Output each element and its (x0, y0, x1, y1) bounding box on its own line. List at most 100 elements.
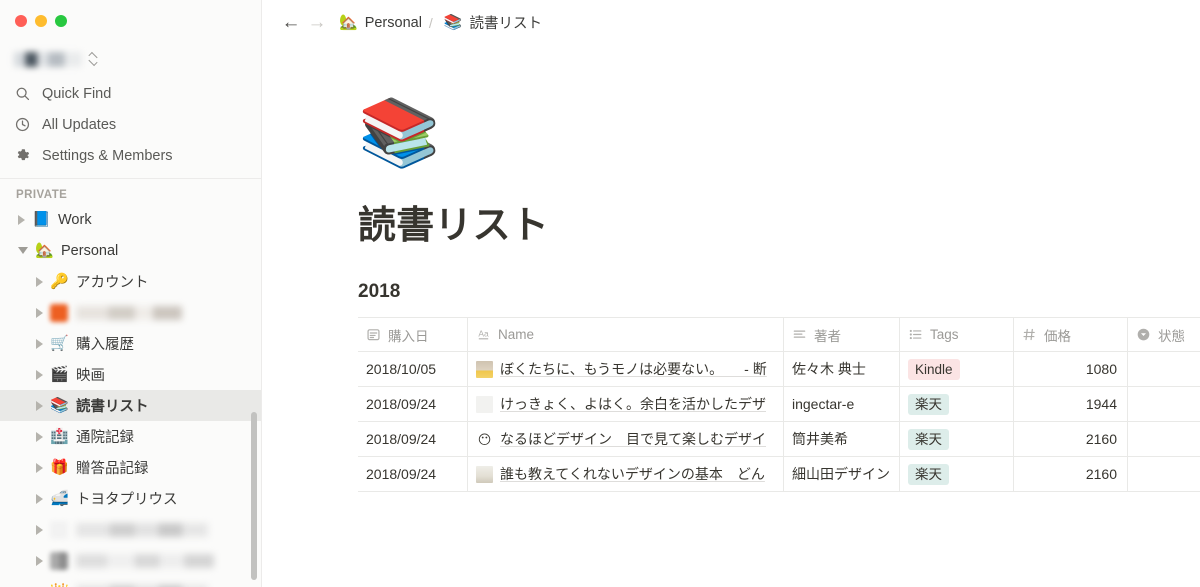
chevron-right-icon[interactable] (36, 276, 43, 287)
cell-purchase-date[interactable]: 2018/10/05 (358, 352, 468, 386)
table-row[interactable]: 2018/09/24 けっきょく、よはく。余白を活かしたデザ ingectar-e 楽… (358, 387, 1200, 422)
table-row[interactable]: 2018/09/24 😶 なるほどデザイン 目で見て楽しむデザイ 筒井美希 楽天 2160 (358, 422, 1200, 457)
page-title-redacted (76, 553, 214, 568)
sidebar-tree-redacted-10[interactable] (0, 514, 261, 545)
cell-name[interactable]: ぼくたちに、もうモノは必要ない。 - 断 (468, 352, 784, 386)
breadcrumb-item-0[interactable]: 🏡 Personal (334, 13, 427, 33)
table-column-label: 価格 (1044, 328, 1071, 344)
section-heading-2018[interactable]: 2018 (358, 281, 1200, 303)
cell-price[interactable]: 2160 (1014, 457, 1128, 491)
cell-purchase-date[interactable]: 2018/09/24 (358, 422, 468, 456)
sidebar-tree-label: 通院記録 (76, 430, 134, 446)
cell-status[interactable] (1128, 457, 1200, 491)
cell-author[interactable]: 佐々木 典士 (784, 352, 900, 386)
sidebar-tree-redacted-12[interactable]: 👑 (0, 576, 261, 587)
sidebar-tree-item-5[interactable]: 🎬 映画 (0, 359, 261, 390)
table-column-header-状態[interactable]: 状態 (1128, 318, 1200, 351)
top-breadcrumb-bar: ← → 🏡 Personal / 📚 読書リスト (262, 0, 1200, 45)
cell-tags[interactable]: 楽天 (900, 387, 1014, 421)
table-row[interactable]: 2018/10/05 ぼくたちに、もうモノは必要ない。 - 断佐々木 典士 Kind… (358, 352, 1200, 387)
page-title[interactable]: 読書リスト (358, 194, 1200, 249)
chevron-right-icon[interactable] (36, 338, 43, 349)
tag-chip: 楽天 (908, 428, 949, 450)
sidebar-nav-settings-members[interactable]: Settings & Members (0, 140, 261, 171)
page-icon-redacted (50, 303, 68, 322)
cell-tags[interactable]: 楽天 (900, 422, 1014, 456)
page-emoji-icon: 🛒 (50, 334, 69, 352)
cell-purchase-date[interactable]: 2018/09/24 (358, 457, 468, 491)
cell-name[interactable]: 😶 なるほどデザイン 目で見て楽しむデザイ (468, 422, 784, 456)
breadcrumb-emoji-icon: 🏡 (339, 14, 358, 31)
cell-price[interactable]: 2160 (1014, 422, 1128, 456)
cell-name[interactable]: けっきょく、よはく。余白を活かしたデザ (468, 387, 784, 421)
cell-name[interactable]: 誰も教えてくれないデザインの基本 どん (468, 457, 784, 491)
workspace-switcher[interactable] (0, 44, 261, 74)
chevron-right-icon[interactable] (36, 400, 43, 411)
calendar-icon (366, 327, 381, 342)
sidebar-tree-label: トヨタプリウス (76, 492, 178, 508)
chevron-right-icon[interactable] (36, 524, 43, 535)
table-column-header-Tags[interactable]: Tags (900, 318, 1014, 351)
chevron-right-icon[interactable] (36, 369, 43, 380)
page-emoji-icon: 🏥 (50, 427, 69, 445)
cell-price[interactable]: 1944 (1014, 387, 1128, 421)
sidebar-page-tree: 📘 Work 🏡 Personal 🔑 アカウント 🛒 購入履歴 🎬 映画 📚 読書リスト 🏥 通院記録 🎁… (0, 204, 261, 587)
sidebar-nav-quick-find[interactable]: Quick Find (0, 78, 261, 109)
sidebar-tree-item-2[interactable]: 🔑 アカウント (0, 266, 261, 297)
chevron-down-icon[interactable] (18, 247, 28, 254)
table-column-header-著者[interactable]: 著者 (784, 318, 900, 351)
table-column-header-価格[interactable]: 価格 (1014, 318, 1128, 351)
sidebar-section-private: PRIVATE (0, 178, 261, 204)
cell-name-text[interactable]: 誰も教えてくれないデザインの基本 どん (500, 464, 765, 484)
breadcrumb-item-1[interactable]: 📚 読書リスト (439, 10, 547, 35)
cell-status[interactable] (1128, 387, 1200, 421)
page-icon-emoji[interactable]: 📚 (358, 99, 1200, 177)
cell-purchase-date[interactable]: 2018/09/24 (358, 387, 468, 421)
sidebar-tree-redacted-11[interactable] (0, 545, 261, 576)
breadcrumb-emoji-icon: 📚 (443, 14, 463, 31)
cell-name-text[interactable]: けっきょく、よはく。余白を活かしたデザ (500, 394, 766, 414)
chevron-right-icon[interactable] (36, 462, 43, 473)
cell-status[interactable] (1128, 422, 1200, 456)
sidebar-tree-item-9[interactable]: 🚅 トヨタプリウス (0, 483, 261, 514)
cell-tags[interactable]: 楽天 (900, 457, 1014, 491)
tag-chip: 楽天 (908, 463, 949, 485)
zoom-window-button[interactable] (55, 15, 67, 27)
close-window-button[interactable] (15, 15, 27, 27)
sidebar-scrollbar[interactable] (251, 412, 257, 580)
forward-button[interactable]: → (304, 10, 330, 36)
sidebar-tree-item-4[interactable]: 🛒 購入履歴 (0, 328, 261, 359)
chevron-right-icon[interactable] (36, 307, 43, 318)
minimize-window-button[interactable] (35, 15, 47, 27)
cell-status[interactable] (1128, 352, 1200, 386)
sidebar-nav-all-updates[interactable]: All Updates (0, 109, 261, 140)
table-column-header-Name[interactable]: Aa Name (468, 318, 784, 351)
page-title-redacted (76, 305, 182, 320)
breadcrumb-label: Personal (364, 14, 422, 31)
clock-icon (14, 116, 31, 133)
cell-name-text[interactable]: なるほどデザイン 目で見て楽しむデザイ (500, 429, 766, 449)
sidebar-nav-list: Quick Find All Updates Settings & Members (0, 78, 261, 171)
cell-author[interactable]: 細山田デザイン (784, 457, 900, 491)
sidebar-tree-item-7[interactable]: 🏥 通院記録 (0, 421, 261, 452)
sidebar-tree-item-1[interactable]: 🏡 Personal (0, 235, 261, 266)
chevron-right-icon[interactable] (36, 555, 43, 566)
cell-tags[interactable]: Kindle (900, 352, 1014, 386)
back-button[interactable]: ← (278, 10, 304, 36)
sidebar-tree-item-6[interactable]: 📚 読書リスト (0, 390, 261, 421)
chevron-right-icon[interactable] (36, 493, 43, 504)
select-chevron-icon (1136, 327, 1151, 342)
cell-name-text[interactable]: ぼくたちに、もうモノは必要ない。 - 断 (500, 359, 767, 379)
table-column-header-購入日[interactable]: 購入日 (358, 318, 468, 351)
cell-author[interactable]: 筒井美希 (784, 422, 900, 456)
table-row[interactable]: 2018/09/24 誰も教えてくれないデザインの基本 どん 細山田デザイン 楽天 21… (358, 457, 1200, 492)
sidebar-tree-redacted-3[interactable] (0, 297, 261, 328)
page-icon-redacted (50, 551, 68, 570)
chevron-right-icon[interactable] (18, 214, 25, 225)
sidebar-tree-item-8[interactable]: 🎁 贈答品記録 (0, 452, 261, 483)
chevron-right-icon[interactable] (36, 431, 43, 442)
cell-author[interactable]: ingectar-e (784, 387, 900, 421)
cell-price[interactable]: 1080 (1014, 352, 1128, 386)
page-title-redacted (76, 522, 208, 537)
sidebar-tree-item-0[interactable]: 📘 Work (0, 204, 261, 235)
